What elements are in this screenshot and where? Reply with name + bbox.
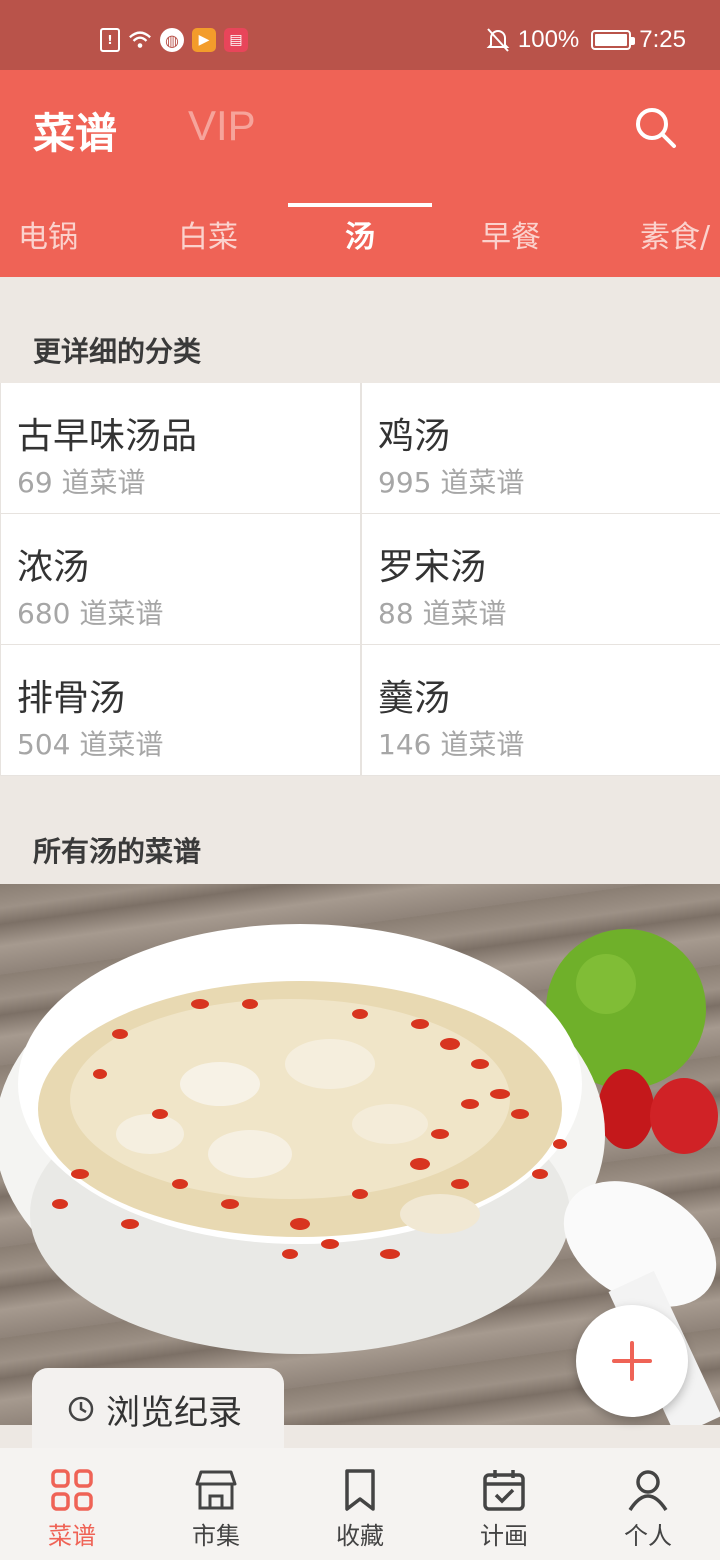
- nav-label: 个人: [624, 1522, 672, 1550]
- category-count: 69 道菜谱: [17, 466, 146, 499]
- tab-dianguo[interactable]: 电锅: [18, 200, 78, 277]
- category-count: 88 道菜谱: [378, 597, 507, 630]
- category-name: 鸡汤: [378, 416, 451, 457]
- category-cell[interactable]: 罗宋汤 88 道菜谱: [362, 514, 720, 644]
- reader-app-icon: ▤: [224, 28, 248, 52]
- status-bar: ! ◍ ▶ ▤ 100% 7:25: [0, 0, 720, 70]
- category-name: 罗宋汤: [378, 547, 487, 588]
- category-grid: 古早味汤品 69 道菜谱 鸡汤 995 道菜谱 浓汤 680 道菜谱 罗宋汤 8…: [0, 383, 720, 776]
- battery-icon: [591, 30, 636, 50]
- category-count: 995 道菜谱: [378, 466, 525, 499]
- page-title[interactable]: 菜谱: [33, 100, 117, 161]
- nav-favorites[interactable]: 收藏: [288, 1448, 432, 1560]
- nav-profile[interactable]: 个人: [576, 1448, 720, 1560]
- tab-tang[interactable]: 汤: [345, 200, 375, 277]
- history-clock-icon: [68, 1396, 94, 1422]
- app-header: 菜谱 VIP 电锅 白菜 汤 早餐 素食/: [0, 70, 720, 277]
- category-cell[interactable]: 羹汤 146 道菜谱: [362, 645, 720, 775]
- active-tab-indicator: [288, 203, 432, 207]
- category-count: 504 道菜谱: [17, 728, 164, 761]
- bookmark-icon: [345, 1469, 375, 1511]
- category-cell[interactable]: 浓汤 680 道菜谱: [1, 514, 360, 644]
- category-count: 680 道菜谱: [17, 597, 164, 630]
- category-name: 古早味汤品: [17, 416, 198, 457]
- category-cell[interactable]: 鸡汤 995 道菜谱: [362, 383, 720, 513]
- calendar-icon: [483, 1470, 525, 1511]
- tab-baicai[interactable]: 白菜: [178, 200, 238, 277]
- category-name: 排骨汤: [17, 678, 126, 719]
- browser-icon: ◍: [160, 28, 184, 52]
- search-icon: [636, 108, 676, 148]
- nav-label: 市集: [192, 1522, 240, 1550]
- clock: 7:25: [639, 26, 686, 53]
- nav-plan[interactable]: 计画: [432, 1448, 576, 1560]
- category-count: 146 道菜谱: [378, 728, 525, 761]
- category-tabs: 电锅 白菜 汤 早餐 素食/: [0, 200, 720, 277]
- video-app-icon: ▶: [192, 28, 216, 52]
- mute-bell-icon: [486, 28, 510, 52]
- sim-alert-icon: !: [100, 28, 120, 52]
- category-name: 羹汤: [378, 678, 451, 719]
- bottom-nav: 菜谱 市集 收藏 计画 个人: [0, 1448, 720, 1560]
- nav-recipes[interactable]: 菜谱: [0, 1448, 144, 1560]
- shop-icon: [195, 1470, 237, 1510]
- search-button[interactable]: [632, 104, 680, 152]
- nav-label: 计画: [480, 1522, 528, 1550]
- person-icon: [628, 1470, 668, 1511]
- battery-percent: 100%: [517, 26, 580, 53]
- vip-tab[interactable]: VIP: [188, 102, 256, 150]
- grid-icon: [51, 1469, 93, 1511]
- add-recipe-button[interactable]: [576, 1305, 688, 1417]
- category-cell[interactable]: 排骨汤 504 道菜谱: [1, 645, 360, 775]
- status-right: 100% 7:25: [486, 26, 686, 54]
- category-cell[interactable]: 古早味汤品 69 道菜谱: [1, 383, 360, 513]
- history-button[interactable]: 浏览纪录: [32, 1368, 284, 1450]
- history-label: 浏览纪录: [106, 1392, 242, 1433]
- nav-label: 收藏: [336, 1522, 384, 1550]
- nav-market[interactable]: 市集: [144, 1448, 288, 1560]
- wifi-icon: [128, 28, 152, 52]
- tab-sushi[interactable]: 素食/: [640, 200, 710, 277]
- plus-icon: [612, 1341, 652, 1381]
- all-section-title: 所有汤的菜谱: [33, 835, 202, 868]
- status-icons: ! ◍ ▶ ▤: [100, 28, 248, 52]
- detail-section-title: 更详细的分类: [33, 335, 202, 368]
- tab-zaocan[interactable]: 早餐: [481, 200, 541, 277]
- nav-label: 菜谱: [48, 1522, 96, 1550]
- category-name: 浓汤: [17, 547, 90, 588]
